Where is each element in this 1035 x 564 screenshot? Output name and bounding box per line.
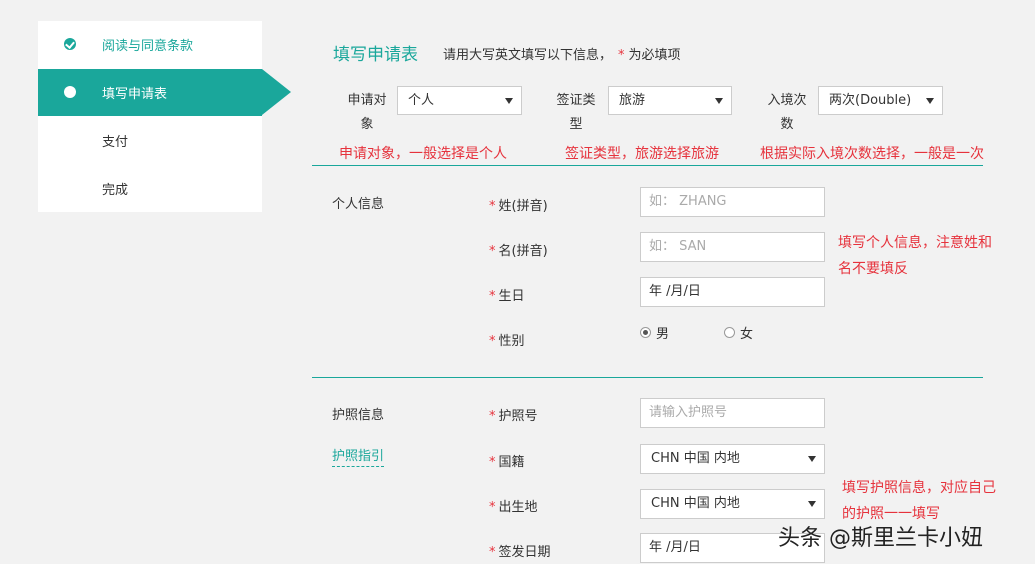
surname-label-text: 姓(拼音) <box>498 199 548 214</box>
passport-number-input[interactable]: 请输入护照号 <box>640 398 825 428</box>
watermark: 头条 @斯里兰卡小妞 <box>778 526 983 551</box>
personal-annotation-line2: 名不要填反 <box>838 261 908 277</box>
step-sidebar: 阅读与同意条款 填写申请表 支付 完成 <box>38 21 291 212</box>
nationality-select-value: CHN 中国 内地 <box>651 451 740 466</box>
required-mark: * <box>489 409 496 424</box>
birth-date-label-text: 生日 <box>498 289 525 304</box>
given-name-input[interactable]: 如： SAN <box>640 232 825 262</box>
form-hint: 请用大写英文填写以下信息， * 为必填项 <box>443 44 681 63</box>
required-mark: * <box>489 334 496 349</box>
applicant-annotation: 申请对象，一般选择是个人 <box>339 146 507 162</box>
entries-label: 入境次 数 <box>765 87 809 139</box>
chevron-down-icon <box>808 501 816 507</box>
visa-type-select-value: 旅游 <box>619 93 646 108</box>
step-label: 支付 <box>102 135 129 150</box>
entries-select-value: 两次(Double) <box>829 93 912 108</box>
visa-type-label: 签证类 型 <box>554 87 598 139</box>
nationality-label-text: 国籍 <box>498 455 525 470</box>
birthplace-select[interactable]: CHN 中国 内地 <box>640 489 825 519</box>
chevron-down-icon <box>808 456 816 462</box>
birthplace-label: * 出生地 <box>489 496 538 515</box>
gender-female-label: 女 <box>740 327 754 342</box>
applicant-label: 申请对 象 <box>346 87 388 139</box>
personal-section-label: 个人信息 <box>332 197 385 212</box>
required-mark: * <box>489 289 496 304</box>
page-title: 填写申请表 <box>333 45 418 65</box>
visa-type-annotation: 签证类型，旅游选择旅游 <box>565 146 719 162</box>
active-step-arrow <box>262 69 291 115</box>
hint-suffix: 为必填项 <box>628 48 681 63</box>
chevron-down-icon <box>926 98 934 104</box>
applicant-select[interactable]: 个人 <box>397 86 522 115</box>
issue-date-label-text: 签发日期 <box>498 545 551 560</box>
section-divider <box>312 165 983 166</box>
required-mark: * <box>489 545 496 560</box>
gender-female-radio[interactable]: 女 <box>724 323 753 342</box>
passport-number-label: * 护照号 <box>489 405 538 424</box>
gender-male-radio[interactable]: 男 <box>640 323 669 342</box>
section-divider <box>312 377 983 378</box>
passport-guide-link[interactable]: 护照指引 <box>332 445 385 467</box>
nationality-select[interactable]: CHN 中国 内地 <box>640 444 825 474</box>
gender-label-text: 性别 <box>498 334 525 349</box>
birth-date-label: * 生日 <box>489 285 525 304</box>
required-mark: * <box>489 199 496 214</box>
personal-annotation: 填写个人信息，注意姓和 名不要填反 <box>838 230 992 282</box>
step-complete[interactable]: 完成 <box>38 165 262 212</box>
check-circle-icon <box>64 38 76 50</box>
birth-date-input[interactable]: 年 /月/日 <box>640 277 825 307</box>
required-mark: * <box>489 500 496 515</box>
surname-label: * 姓(拼音) <box>489 195 548 214</box>
passport-annotation-line1: 填写护照信息，对应自己 <box>842 480 996 496</box>
gender-label: * 性别 <box>489 330 525 349</box>
required-mark: * <box>618 48 625 63</box>
visa-type-select[interactable]: 旅游 <box>608 86 732 115</box>
step-label: 阅读与同意条款 <box>102 39 194 54</box>
step-label: 填写申请表 <box>102 87 168 102</box>
step-read-terms[interactable]: 阅读与同意条款 <box>38 21 262 68</box>
personal-annotation-line1: 填写个人信息，注意姓和 <box>838 235 992 251</box>
step-label: 完成 <box>102 183 129 198</box>
passport-section-label: 护照信息 <box>332 408 385 423</box>
entries-label-line2: 数 <box>780 117 794 132</box>
required-mark: * <box>489 455 496 470</box>
entries-annotation: 根据实际入境次数选择，一般是一次 <box>760 146 984 162</box>
chevron-down-icon <box>505 98 513 104</box>
required-mark: * <box>489 244 496 259</box>
passport-number-label-text: 护照号 <box>498 409 538 424</box>
step-payment[interactable]: 支付 <box>38 117 262 164</box>
entries-select[interactable]: 两次(Double) <box>818 86 943 115</box>
given-name-label: * 名(拼音) <box>489 240 548 259</box>
given-name-label-text: 名(拼音) <box>498 244 548 259</box>
chevron-down-icon <box>715 98 723 104</box>
radio-unchecked-icon <box>724 327 735 338</box>
birthplace-label-text: 出生地 <box>498 500 538 515</box>
nationality-label: * 国籍 <box>489 451 525 470</box>
birthplace-select-value: CHN 中国 内地 <box>651 496 740 511</box>
issue-date-label: * 签发日期 <box>489 541 551 560</box>
surname-input[interactable]: 如： ZHANG <box>640 187 825 217</box>
radio-checked-icon <box>640 327 651 338</box>
step-fill-form[interactable]: 填写申请表 <box>38 69 291 116</box>
hint-prefix: 请用大写英文填写以下信息， <box>443 48 613 63</box>
applicant-select-value: 个人 <box>408 93 435 108</box>
gender-male-label: 男 <box>656 327 670 342</box>
current-step-dot-icon <box>64 86 76 98</box>
applicant-label-line2: 象 <box>360 117 374 132</box>
visa-type-label-line2: 型 <box>569 117 583 132</box>
